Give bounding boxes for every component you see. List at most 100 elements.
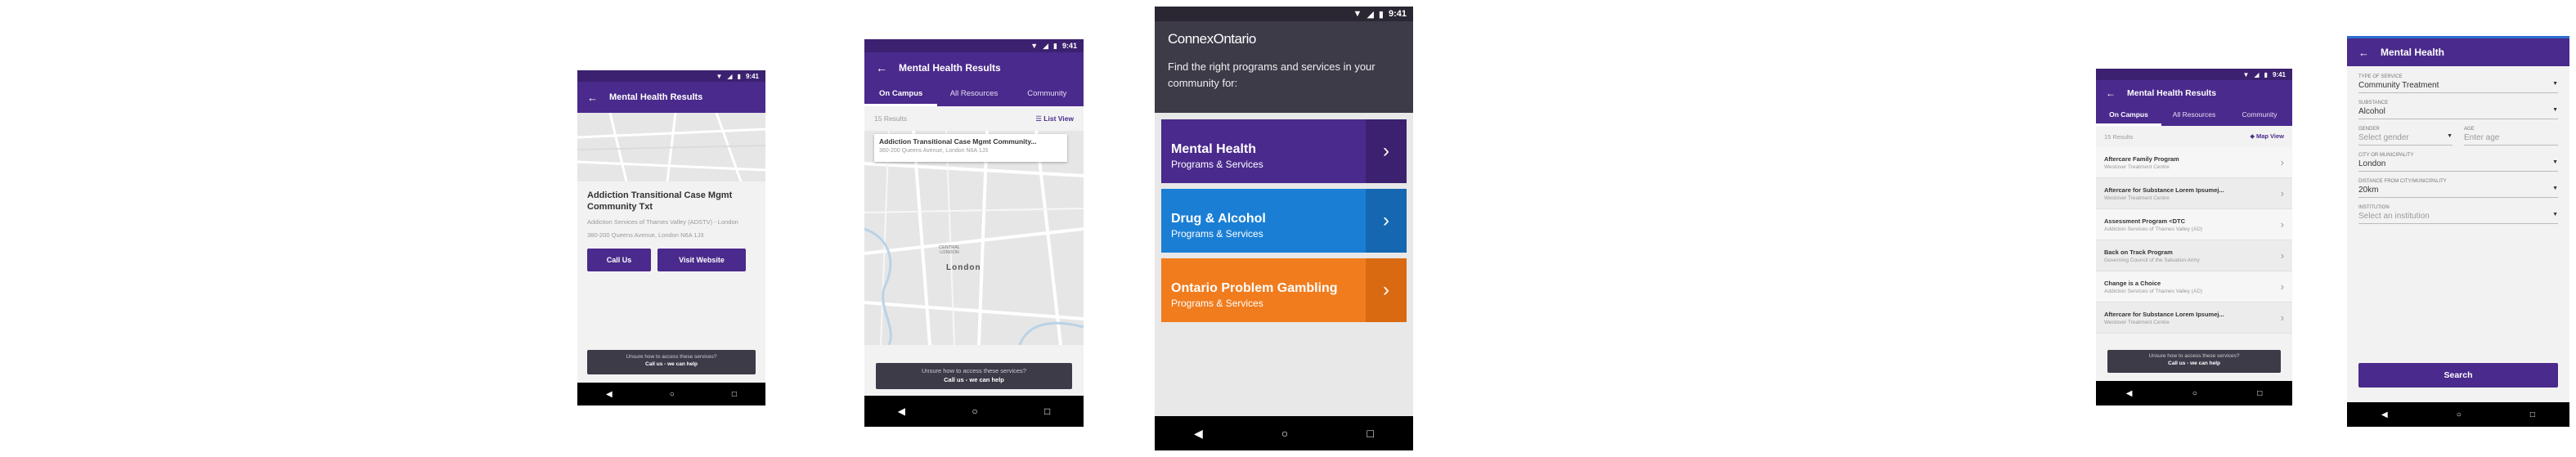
program-name: Addiction Transitional Case Mgmt Communi… <box>587 190 733 213</box>
help-banner[interactable]: Unsure how to access these services? Cal… <box>2107 350 2281 373</box>
tab-all-resources[interactable]: All Resources <box>2161 106 2227 126</box>
help-text: Unsure how to access these services? <box>626 354 717 360</box>
dropdown-arrow-icon: ▼ <box>2552 81 2558 87</box>
chevron-right-icon: › <box>2280 218 2284 231</box>
help-text: Unsure how to access these services? <box>922 367 1026 374</box>
signal-icon: ◢ <box>1367 9 1374 20</box>
phone-screen-search-form: ← Mental Health TYPE OF SERVICE Communit… <box>2347 36 2569 427</box>
map-view[interactable] <box>577 113 765 181</box>
gender-field[interactable]: GENDER Select gender ▼ <box>2358 127 2453 146</box>
nav-back-icon[interactable]: ◀ <box>606 390 613 399</box>
help-call-link[interactable]: Call us - we can help <box>876 376 1072 383</box>
nav-back-icon[interactable]: ◀ <box>2126 389 2133 398</box>
nav-home-icon[interactable]: ○ <box>972 405 977 417</box>
phone-screen-detail: ▼ ◢ ▮ 9:41 ← Mental Health Results Addic… <box>577 70 765 405</box>
substance-value: Alcohol <box>2358 107 2385 116</box>
nav-home-icon[interactable]: ○ <box>1281 427 1288 440</box>
help-banner[interactable]: Unsure how to access these services? Cal… <box>876 363 1072 389</box>
list-item-text: Aftercare for Substance Lorem Ipsumej...… <box>2104 186 2224 201</box>
status-bar: ▼ ◢ ▮ 9:41 <box>1155 7 1413 21</box>
map-city-label: London <box>946 263 981 272</box>
category-problem-gambling[interactable]: Ontario Problem Gambling Programs & Serv… <box>1161 258 1407 322</box>
city-field[interactable]: CITY OR MUNICIPALITY London ▼ <box>2358 153 2558 172</box>
help-call-link[interactable]: Call us - we can help <box>2107 361 2281 366</box>
list-item-text: Assessment Program <DTC Addiction Service… <box>2104 217 2202 232</box>
dropdown-arrow-icon: ▼ <box>2552 107 2558 113</box>
nav-home-icon[interactable]: ○ <box>2457 410 2462 419</box>
list-item[interactable]: Change is a Choice Addiction Services of … <box>2096 271 2292 302</box>
app-bar: ← Mental Health Results <box>864 52 1084 83</box>
list-item-org: Westover Treatment Centre <box>2104 319 2170 325</box>
chevron-right-icon: › <box>2280 187 2284 199</box>
android-nav-bar: ◀ ○ □ <box>1155 416 1413 450</box>
institution-field[interactable]: INSTITUTION Select an institution ▼ <box>2358 205 2558 224</box>
list-icon: ☰ <box>1035 114 1042 123</box>
list-item[interactable]: Aftercare Family Program Westover Treatme… <box>2096 147 2292 178</box>
help-call-link[interactable]: Call us - we can help <box>587 361 756 367</box>
nav-back-icon[interactable]: ◀ <box>898 405 905 417</box>
search-button[interactable]: Search <box>2358 363 2558 388</box>
category-subtitle: Programs & Services <box>1171 159 1263 170</box>
android-nav-bar: ◀ ○ □ <box>2096 381 2292 405</box>
list-item-org: Governing Council of the Salvation Army <box>2104 257 2200 263</box>
list-item-text: Change is a Choice Addiction Services of … <box>2104 280 2202 294</box>
nav-recents-icon[interactable]: □ <box>2257 389 2262 398</box>
wifi-icon: ▼ <box>2242 70 2250 78</box>
dropdown-arrow-icon: ▼ <box>2552 159 2558 165</box>
nav-recents-icon[interactable]: □ <box>2530 410 2535 419</box>
type-of-service-value: Community Treatment <box>2358 81 2439 90</box>
list-item[interactable]: Aftercare for Substance Lorem Ipsumej...… <box>2096 178 2292 209</box>
call-us-button[interactable]: Call Us <box>587 249 651 272</box>
category-mental-health[interactable]: Mental Health Programs & Services › <box>1161 119 1407 183</box>
map-popup[interactable]: Addiction Transitional Case Mgmt Communi… <box>874 134 1067 162</box>
back-arrow-icon[interactable]: ← <box>587 92 598 104</box>
institution-placeholder: Select an institution <box>2358 212 2430 221</box>
nav-back-icon[interactable]: ◀ <box>1194 427 1203 441</box>
nav-home-icon[interactable]: ○ <box>670 390 675 399</box>
results-count: 15 Results <box>874 114 908 123</box>
android-nav-bar: ◀ ○ □ <box>864 396 1084 427</box>
visit-website-button[interactable]: Visit Website <box>657 249 746 272</box>
dropdown-arrow-icon: ▼ <box>2552 212 2558 217</box>
back-arrow-icon[interactable]: ← <box>2358 47 2369 59</box>
chevron-right-icon: › <box>1366 119 1407 183</box>
map-view[interactable]: Addiction Transitional Case Mgmt Communi… <box>864 131 1084 345</box>
back-arrow-icon[interactable]: ← <box>876 61 887 74</box>
app-bar: ← Mental Health <box>2347 38 2569 66</box>
tab-on-campus[interactable]: On Campus <box>2096 106 2161 126</box>
back-arrow-icon[interactable]: ← <box>2106 87 2116 99</box>
tab-community[interactable]: Community <box>2227 106 2292 126</box>
map-view-toggle[interactable]: ⬥ Map View <box>2251 132 2284 141</box>
dropdown-arrow-icon: ▼ <box>2552 186 2558 191</box>
status-time: 9:41 <box>2272 70 2286 78</box>
status-bar: ▼ ◢ ▮ 9:41 <box>577 70 765 82</box>
distance-field[interactable]: DISTANCE FROM CITY/MUNICIPALITY 20km ▼ <box>2358 179 2558 198</box>
help-banner[interactable]: Unsure how to access these services? Cal… <box>587 350 756 374</box>
tab-all-resources[interactable]: All Resources <box>937 83 1010 106</box>
list-item[interactable]: Back on Track Program Governing Council o… <box>2096 240 2292 271</box>
chevron-right-icon: › <box>1366 258 1407 322</box>
nav-home-icon[interactable]: ○ <box>2192 389 2197 398</box>
program-detail-card: Addiction Transitional Case Mgmt Communi… <box>577 181 765 280</box>
program-provider: Addiction Services of Thames Valley (ADS… <box>587 217 738 226</box>
category-drug-alcohol[interactable]: Drug & Alcohol Programs & Services › <box>1161 189 1407 253</box>
intro-text: Find the right programs and services in … <box>1168 60 1376 89</box>
tab-community[interactable]: Community <box>1011 83 1084 106</box>
list-item[interactable]: Aftercare for Substance Lorem Ipsumej...… <box>2096 302 2292 334</box>
nav-recents-icon[interactable]: □ <box>732 390 737 399</box>
page-title: Mental Health Results <box>2127 88 2217 98</box>
age-field[interactable]: AGE Enter age <box>2464 127 2558 146</box>
nav-recents-icon[interactable]: □ <box>1044 405 1050 417</box>
substance-field[interactable]: SUBSTANCE Alcohol ▼ <box>2358 101 2558 119</box>
type-of-service-field[interactable]: TYPE OF SERVICE Community Treatment ▼ <box>2358 74 2558 93</box>
list-item-text: Back on Track Program Governing Council o… <box>2104 249 2200 263</box>
home-header: ConnexOntario Find the right programs an… <box>1155 21 1413 113</box>
nav-recents-icon[interactable]: □ <box>1367 427 1373 440</box>
list-item[interactable]: Assessment Program <DTC Addiction Service… <box>2096 209 2292 240</box>
list-item-name: Assessment Program <DTC <box>2104 217 2185 225</box>
battery-icon: ▮ <box>737 72 741 80</box>
tab-on-campus[interactable]: On Campus <box>864 83 938 106</box>
list-view-toggle[interactable]: ☰ List View <box>1035 114 1074 123</box>
program-address: 380-200 Queens Avenue, London N6A 1J3 <box>587 231 704 240</box>
nav-back-icon[interactable]: ◀ <box>2381 410 2388 419</box>
